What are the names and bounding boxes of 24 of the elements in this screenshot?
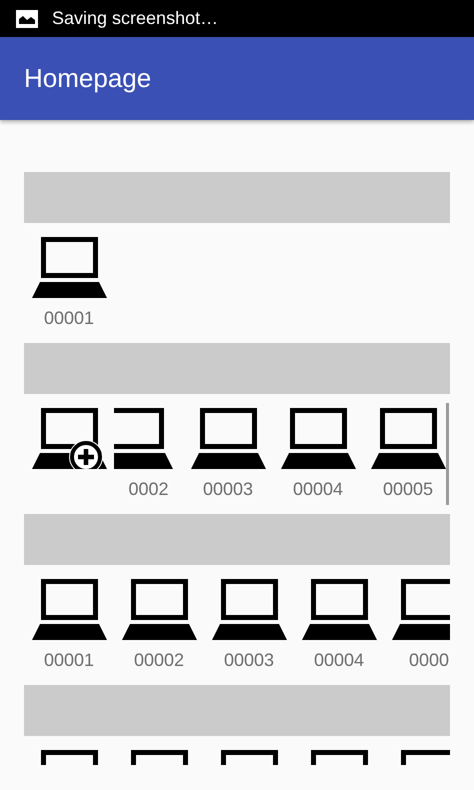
laptop-icon[interactable] — [370, 407, 446, 469]
device-label: 0000 — [408, 650, 450, 671]
laptop-icon[interactable] — [212, 578, 286, 640]
device-label: 00003 — [224, 650, 274, 671]
device-label: 00001 — [44, 308, 94, 329]
add-device-icon[interactable] — [32, 407, 106, 469]
device-label: 00005 — [382, 479, 434, 500]
image-icon — [16, 10, 38, 28]
device-label: 00002 — [134, 650, 184, 671]
device-label: 00004 — [314, 650, 364, 671]
laptop-icon[interactable] — [190, 407, 266, 469]
device-label: 00001 — [44, 650, 94, 671]
app-title: Homepage — [24, 63, 152, 94]
laptop-icon[interactable] — [32, 236, 106, 298]
status-text: Saving screenshot… — [52, 8, 218, 29]
laptop-icon[interactable] — [122, 578, 196, 640]
device-label: 0002 — [128, 479, 169, 500]
laptop-icon[interactable] — [280, 407, 356, 469]
laptop-icon[interactable] — [32, 578, 106, 640]
laptop-icon[interactable] — [392, 578, 450, 640]
laptop-icon[interactable] — [302, 578, 376, 640]
laptop-icon[interactable] — [114, 407, 173, 469]
device-label: 00004 — [292, 479, 344, 500]
device-label: 00003 — [202, 479, 254, 500]
